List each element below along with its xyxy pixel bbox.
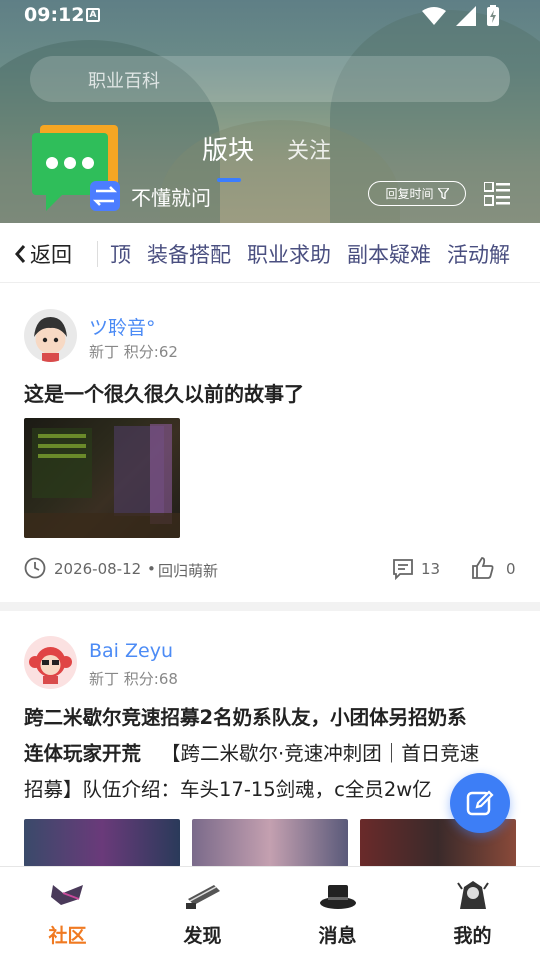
messages-icon — [319, 885, 356, 909]
post-excerpt: 【跨二米歇尔·竞速冲刺团｜首日竞速 — [161, 742, 480, 765]
nav-discover[interactable]: 发现 — [135, 867, 270, 958]
nav-profile[interactable]: 我的 — [405, 867, 540, 958]
bottom-navigation: 社区 发现 消息 我的 — [0, 866, 540, 958]
post-image[interactable] — [192, 819, 348, 867]
like-count: 0 — [506, 560, 516, 578]
post-excerpt-line2: 招募】队伍介绍：车头17-15剑魂，c全员2w亿 — [24, 778, 432, 801]
post-title[interactable]: 这是一个很久很久以前的故事了 — [24, 378, 304, 407]
post-content[interactable]: 跨二米歇尔竞速招募2名奶系队友，小团体另招奶系 连体玩家开荒 【跨二米歇尔·竞速冲… — [24, 700, 524, 808]
compose-button[interactable] — [450, 773, 510, 833]
community-icon — [50, 885, 83, 905]
avatar[interactable] — [24, 309, 77, 362]
username[interactable]: ツ聆音° — [89, 313, 156, 340]
comment-count: 13 — [421, 560, 441, 578]
nav-label: 我的 — [453, 925, 492, 947]
profile-icon — [456, 881, 489, 909]
avatar-image — [29, 647, 72, 684]
comment-icon[interactable] — [392, 558, 414, 580]
clock-icon — [24, 557, 46, 579]
avatar[interactable] — [24, 636, 77, 689]
nav-community[interactable]: 社区 — [0, 867, 135, 958]
user-points: 积分:68 — [123, 670, 178, 688]
edit-icon — [466, 790, 494, 816]
username[interactable]: Bai Zeyu — [89, 640, 173, 662]
nav-label: 社区 — [48, 925, 87, 947]
post-image[interactable] — [24, 418, 180, 538]
nav-label: 发现 — [183, 925, 222, 947]
post-title-line2: 连体玩家开荒 — [24, 742, 142, 765]
post-separator — [0, 602, 540, 611]
post-card[interactable]: ツ聆音° 新丁 积分:62 这是一个很久很久以前的故事了 2026-08-12 … — [0, 0, 540, 602]
avatar-image — [34, 317, 67, 362]
post-source[interactable]: 回归萌新 — [158, 560, 218, 581]
user-points: 积分:62 — [123, 343, 178, 361]
discover-icon — [185, 885, 220, 909]
like-icon[interactable] — [471, 557, 495, 579]
nav-label: 消息 — [318, 925, 357, 947]
post-date: 2026-08-12 — [54, 560, 142, 578]
post-title: 跨二米歇尔竞速招募2名奶系队友，小团体另招奶系 — [24, 706, 467, 729]
nav-messages[interactable]: 消息 — [270, 867, 405, 958]
user-rank: 新丁 — [89, 670, 120, 688]
user-rank: 新丁 — [89, 343, 120, 361]
post-image[interactable] — [24, 819, 180, 867]
